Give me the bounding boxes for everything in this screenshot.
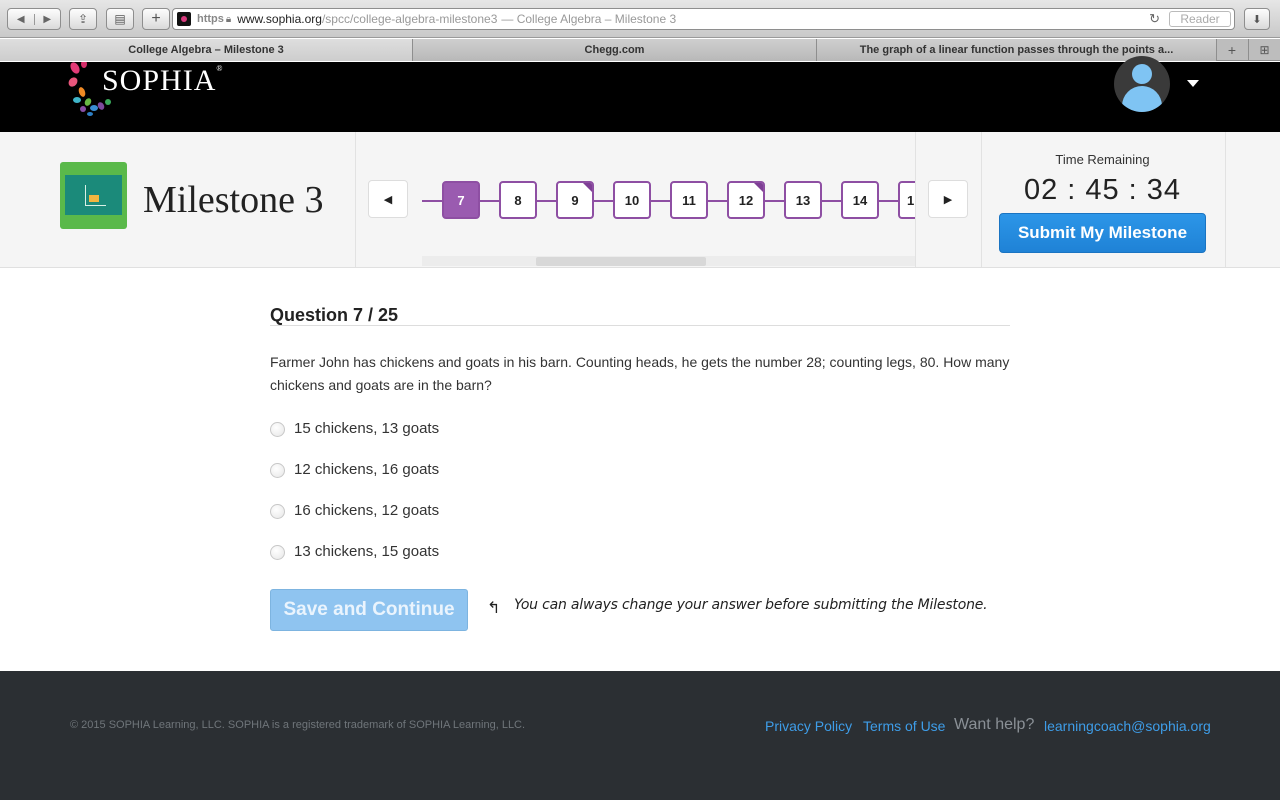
question-box-15-partial[interactable]: 1 xyxy=(898,181,915,219)
radio-button[interactable] xyxy=(270,545,285,560)
tab-overview-icon[interactable]: ⊞ xyxy=(1248,39,1280,61)
question-text: Farmer John has chickens and goats in hi… xyxy=(270,354,1010,393)
reading-list-icon: ▤ xyxy=(114,12,126,26)
tab-college-algebra[interactable]: College Algebra – Milestone 3 xyxy=(0,39,413,61)
tab-linear-function[interactable]: The graph of a linear function passes th… xyxy=(817,39,1217,61)
copyright-text: © 2015 SOPHIA Learning, LLC. SOPHIA is a… xyxy=(70,719,526,731)
question-box-8[interactable]: 8 xyxy=(499,181,537,219)
question-box-12[interactable]: 12 xyxy=(727,181,765,219)
user-avatar[interactable] xyxy=(1114,56,1170,112)
https-label: https xyxy=(197,13,224,25)
avatar-body-icon xyxy=(1122,86,1162,112)
question-box-13[interactable]: 13 xyxy=(784,181,822,219)
share-button[interactable]: ⇪ xyxy=(69,8,97,30)
navigator-scrollbar[interactable] xyxy=(422,256,915,266)
question-box-7[interactable]: 7 xyxy=(442,181,480,219)
support-email-link[interactable]: learningcoach@sophia.org xyxy=(1044,718,1211,734)
question-box-9[interactable]: 9 xyxy=(556,181,594,219)
answer-option-label: 16 chickens, 12 goats xyxy=(294,501,440,519)
time-remaining-label: Time Remaining xyxy=(1055,152,1150,167)
time-remaining-value: 02 : 45 : 34 xyxy=(1023,174,1182,206)
browser-toolbar: ◀ ▶ ⇪ ▤ + https 🔒︎ www.sophia.org /spcc/… xyxy=(0,0,1280,38)
question-prev-button[interactable]: ◀ xyxy=(368,180,408,218)
share-icon: ⇪ xyxy=(77,12,89,26)
divider xyxy=(915,132,916,267)
question-box-10[interactable]: 10 xyxy=(613,181,651,219)
privacy-policy-link[interactable]: Privacy Policy xyxy=(765,718,852,734)
navigator-scrollbar-thumb[interactable] xyxy=(536,257,706,266)
answer-option-3[interactable]: 16 chickens, 12 goats xyxy=(270,499,439,521)
sophia-logo[interactable]: SOPHIA® xyxy=(68,62,238,118)
answer-option-label: 12 chickens, 16 goats xyxy=(294,460,440,478)
divider xyxy=(981,132,982,267)
question-next-button[interactable]: ▶ xyxy=(928,180,968,218)
downloads-button[interactable]: ⬇ xyxy=(1244,8,1270,30)
answer-option-4[interactable]: 13 chickens, 15 goats xyxy=(270,540,439,562)
url-page-title: — College Algebra – Milestone 3 xyxy=(501,12,677,26)
answer-option-1[interactable]: 15 chickens, 13 goats xyxy=(270,417,439,439)
forward-arrow-icon[interactable]: ▶ xyxy=(35,14,61,25)
download-icon: ⬇ xyxy=(1252,13,1262,26)
back-arrow-icon[interactable]: ◀ xyxy=(8,13,35,25)
divider xyxy=(1225,132,1226,267)
account-caret-icon[interactable] xyxy=(1187,80,1199,87)
tab-chegg[interactable]: Chegg.com xyxy=(413,39,817,61)
radio-button[interactable] xyxy=(270,422,285,437)
url-path: /spcc/college-algebra-milestone3 xyxy=(321,12,498,26)
add-tab-icon[interactable]: + xyxy=(1222,39,1242,61)
reading-list-button[interactable]: ▤ xyxy=(106,8,134,30)
site-favicon-icon xyxy=(177,12,191,26)
address-bar[interactable]: https 🔒︎ www.sophia.org /spcc/college-al… xyxy=(172,8,1235,30)
reader-button[interactable]: Reader xyxy=(1169,11,1231,27)
site-header: SOPHIA® xyxy=(0,56,1280,132)
answer-option-label: 15 chickens, 13 goats xyxy=(294,419,440,437)
question-box-11[interactable]: 11 xyxy=(670,181,708,219)
milestone-title: Milestone 3 xyxy=(143,179,324,221)
logo-wordmark: SOPHIA® xyxy=(102,64,224,97)
url-domain: www.sophia.org xyxy=(237,12,322,26)
submit-milestone-button[interactable]: Submit My Milestone xyxy=(999,213,1206,253)
question-divider xyxy=(270,325,1010,326)
question-navigator: 7 8 9 10 11 12 13 14 1 xyxy=(422,172,915,228)
save-hint-text: You can always change your answer before… xyxy=(514,597,988,613)
save-and-continue-button[interactable]: Save and Continue xyxy=(270,589,468,631)
curved-arrow-icon: ↰ xyxy=(487,600,501,617)
arrow-right-icon: ▶ xyxy=(943,193,953,206)
milestone-bar: Milestone 3 ◀ 7 8 9 10 11 12 13 14 1 ▶ T… xyxy=(0,132,1280,268)
avatar-head-icon xyxy=(1132,64,1152,84)
answer-option-label: 13 chickens, 15 goats xyxy=(294,542,440,560)
plus-icon: + xyxy=(151,10,161,27)
divider xyxy=(355,132,356,267)
radio-button[interactable] xyxy=(270,504,285,519)
want-help-label: Want help? xyxy=(954,716,1035,733)
lock-icon: 🔒︎ xyxy=(225,13,232,25)
reload-icon[interactable]: ↻ xyxy=(1149,11,1160,27)
radio-button[interactable] xyxy=(270,463,285,478)
new-tab-button[interactable]: + xyxy=(142,8,170,30)
answer-option-2[interactable]: 12 chickens, 16 goats xyxy=(270,458,439,480)
tab-bar: College Algebra – Milestone 3 Chegg.com … xyxy=(0,39,1280,61)
arrow-left-icon: ◀ xyxy=(383,193,393,206)
terms-of-use-link[interactable]: Terms of Use xyxy=(863,718,945,734)
milestone-chalkboard-icon xyxy=(60,162,127,229)
site-footer: © 2015 SOPHIA Learning, LLC. SOPHIA is a… xyxy=(0,671,1280,800)
question-heading: Question 7 / 25 xyxy=(270,305,399,325)
question-box-14[interactable]: 14 xyxy=(841,181,879,219)
back-forward-buttons[interactable]: ◀ ▶ xyxy=(7,8,61,30)
